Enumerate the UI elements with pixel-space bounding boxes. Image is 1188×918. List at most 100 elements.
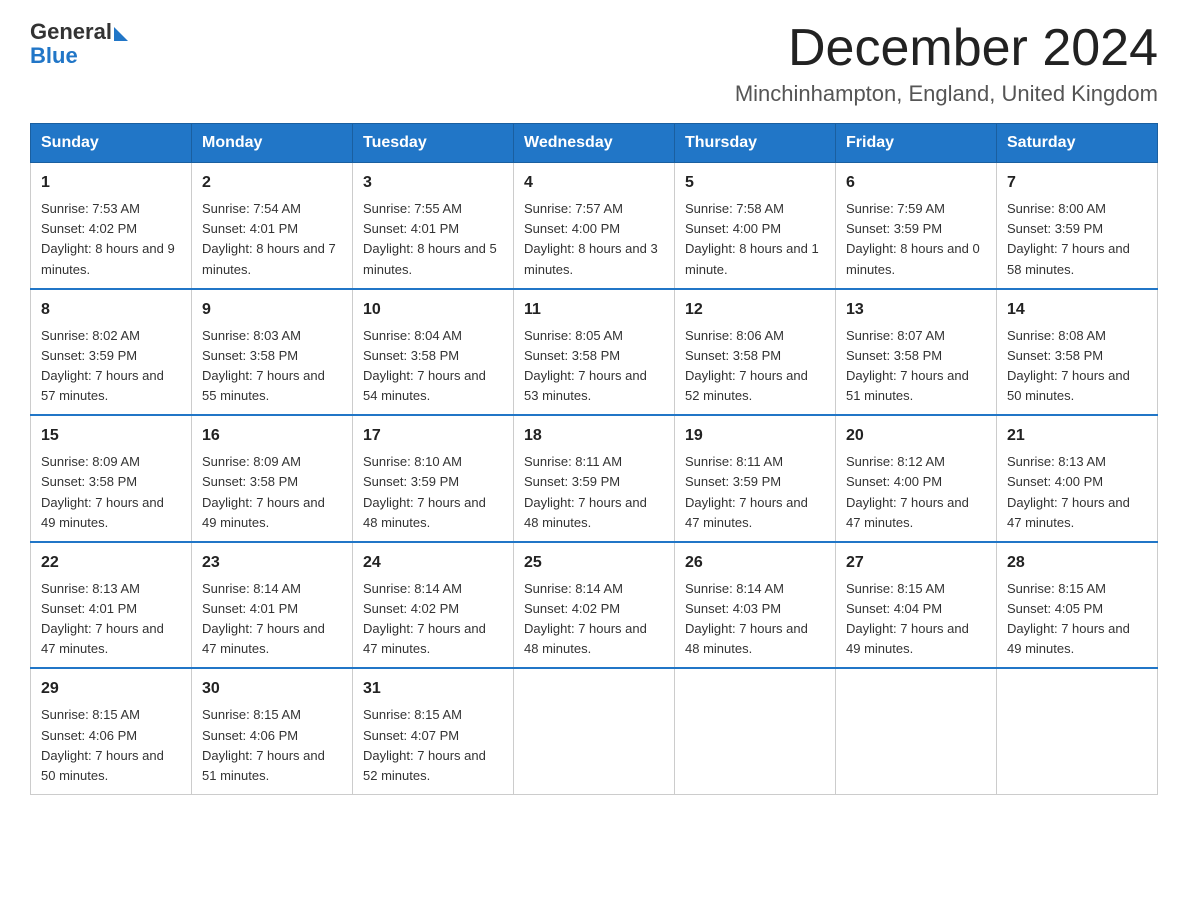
day-number: 29: [41, 677, 181, 701]
day-info: Sunrise: 8:15 AMSunset: 4:07 PMDaylight:…: [363, 705, 503, 786]
calendar-cell: [675, 668, 836, 794]
day-number: 14: [1007, 298, 1147, 322]
calendar-cell: 8 Sunrise: 8:02 AMSunset: 3:59 PMDaylight…: [31, 289, 192, 416]
day-info: Sunrise: 8:10 AMSunset: 3:59 PMDaylight:…: [363, 452, 503, 533]
calendar-cell: 30 Sunrise: 8:15 AMSunset: 4:06 PMDayligh…: [192, 668, 353, 794]
calendar-week-row: 15 Sunrise: 8:09 AMSunset: 3:58 PMDayligh…: [31, 415, 1158, 542]
calendar-week-row: 29 Sunrise: 8:15 AMSunset: 4:06 PMDayligh…: [31, 668, 1158, 794]
day-info: Sunrise: 8:15 AMSunset: 4:06 PMDaylight:…: [202, 705, 342, 786]
calendar-cell: 19 Sunrise: 8:11 AMSunset: 3:59 PMDayligh…: [675, 415, 836, 542]
calendar-cell: 21 Sunrise: 8:13 AMSunset: 4:00 PMDayligh…: [997, 415, 1158, 542]
day-info: Sunrise: 8:13 AMSunset: 4:00 PMDaylight:…: [1007, 452, 1147, 533]
day-info: Sunrise: 8:11 AMSunset: 3:59 PMDaylight:…: [685, 452, 825, 533]
day-info: Sunrise: 7:53 AMSunset: 4:02 PMDaylight:…: [41, 199, 181, 280]
calendar-cell: 2 Sunrise: 7:54 AMSunset: 4:01 PMDaylight…: [192, 163, 353, 289]
calendar-cell: [836, 668, 997, 794]
day-number: 10: [363, 298, 503, 322]
day-number: 18: [524, 424, 664, 448]
calendar-table: SundayMondayTuesdayWednesdayThursdayFrid…: [30, 123, 1158, 795]
day-number: 4: [524, 171, 664, 195]
location-subtitle: Minchinhampton, England, United Kingdom: [735, 81, 1158, 107]
day-number: 8: [41, 298, 181, 322]
header-sunday: Sunday: [31, 124, 192, 163]
calendar-cell: 3 Sunrise: 7:55 AMSunset: 4:01 PMDaylight…: [353, 163, 514, 289]
calendar-cell: 23Sunrise: 8:14 AMSunset: 4:01 PMDayligh…: [192, 542, 353, 669]
calendar-cell: 14 Sunrise: 8:08 AMSunset: 3:58 PMDayligh…: [997, 289, 1158, 416]
day-number: 28: [1007, 551, 1147, 575]
calendar-cell: 17 Sunrise: 8:10 AMSunset: 3:59 PMDayligh…: [353, 415, 514, 542]
day-info: Sunrise: 8:06 AMSunset: 3:58 PMDaylight:…: [685, 326, 825, 407]
day-info: Sunrise: 7:54 AMSunset: 4:01 PMDaylight:…: [202, 199, 342, 280]
day-number: 16: [202, 424, 342, 448]
day-info: Sunrise: 8:15 AMSunset: 4:06 PMDaylight:…: [41, 705, 181, 786]
day-info: Sunrise: 7:57 AMSunset: 4:00 PMDaylight:…: [524, 199, 664, 280]
day-number: 30: [202, 677, 342, 701]
calendar-cell: 4 Sunrise: 7:57 AMSunset: 4:00 PMDaylight…: [514, 163, 675, 289]
day-info: Sunrise: 7:59 AMSunset: 3:59 PMDaylight:…: [846, 199, 986, 280]
day-number: 6: [846, 171, 986, 195]
calendar-cell: 7 Sunrise: 8:00 AMSunset: 3:59 PMDaylight…: [997, 163, 1158, 289]
day-info: Sunrise: 8:14 AMSunset: 4:02 PMDaylight:…: [363, 579, 503, 660]
header-tuesday: Tuesday: [353, 124, 514, 163]
day-number: 26: [685, 551, 825, 575]
day-info: Sunrise: 8:07 AMSunset: 3:58 PMDaylight:…: [846, 326, 986, 407]
day-info: Sunrise: 8:14 AMSunset: 4:03 PMDaylight:…: [685, 579, 825, 660]
day-number: 1: [41, 171, 181, 195]
calendar-cell: 28 Sunrise: 8:15 AMSunset: 4:05 PMDayligh…: [997, 542, 1158, 669]
day-number: 9: [202, 298, 342, 322]
calendar-cell: 18 Sunrise: 8:11 AMSunset: 3:59 PMDayligh…: [514, 415, 675, 542]
calendar-cell: 25 Sunrise: 8:14 AMSunset: 4:02 PMDayligh…: [514, 542, 675, 669]
calendar-cell: 11Sunrise: 8:05 AMSunset: 3:58 PMDayligh…: [514, 289, 675, 416]
calendar-cell: 5 Sunrise: 7:58 AMSunset: 4:00 PMDaylight…: [675, 163, 836, 289]
logo-general-text: General: [30, 20, 112, 44]
calendar-header-row: SundayMondayTuesdayWednesdayThursdayFrid…: [31, 124, 1158, 163]
calendar-cell: 12 Sunrise: 8:06 AMSunset: 3:58 PMDayligh…: [675, 289, 836, 416]
calendar-cell: 24Sunrise: 8:14 AMSunset: 4:02 PMDayligh…: [353, 542, 514, 669]
day-number: 3: [363, 171, 503, 195]
day-info: Sunrise: 8:14 AMSunset: 4:02 PMDaylight:…: [524, 579, 664, 660]
day-number: 7: [1007, 171, 1147, 195]
header-wednesday: Wednesday: [514, 124, 675, 163]
day-info: Sunrise: 7:58 AMSunset: 4:00 PMDaylight:…: [685, 199, 825, 280]
day-info: Sunrise: 8:12 AMSunset: 4:00 PMDaylight:…: [846, 452, 986, 533]
calendar-cell: 13 Sunrise: 8:07 AMSunset: 3:58 PMDayligh…: [836, 289, 997, 416]
day-number: 25: [524, 551, 664, 575]
calendar-cell: [514, 668, 675, 794]
day-number: 15: [41, 424, 181, 448]
day-number: 2: [202, 171, 342, 195]
day-number: 20: [846, 424, 986, 448]
header-saturday: Saturday: [997, 124, 1158, 163]
logo-triangle-icon: [114, 27, 128, 41]
day-info: Sunrise: 8:14 AMSunset: 4:01 PMDaylight:…: [202, 579, 342, 660]
calendar-cell: 26 Sunrise: 8:14 AMSunset: 4:03 PMDayligh…: [675, 542, 836, 669]
page-header: General Blue December 2024 Minchinhampto…: [30, 20, 1158, 107]
day-info: Sunrise: 8:15 AMSunset: 4:04 PMDaylight:…: [846, 579, 986, 660]
calendar-cell: 9 Sunrise: 8:03 AMSunset: 3:58 PMDaylight…: [192, 289, 353, 416]
day-number: 12: [685, 298, 825, 322]
day-number: 21: [1007, 424, 1147, 448]
day-info: Sunrise: 8:13 AMSunset: 4:01 PMDaylight:…: [41, 579, 181, 660]
day-number: 13: [846, 298, 986, 322]
calendar-cell: 10Sunrise: 8:04 AMSunset: 3:58 PMDayligh…: [353, 289, 514, 416]
month-year-title: December 2024: [735, 20, 1158, 77]
day-info: Sunrise: 8:08 AMSunset: 3:58 PMDaylight:…: [1007, 326, 1147, 407]
day-number: 17: [363, 424, 503, 448]
day-number: 19: [685, 424, 825, 448]
calendar-cell: [997, 668, 1158, 794]
day-info: Sunrise: 8:15 AMSunset: 4:05 PMDaylight:…: [1007, 579, 1147, 660]
calendar-cell: 15 Sunrise: 8:09 AMSunset: 3:58 PMDayligh…: [31, 415, 192, 542]
day-info: Sunrise: 8:03 AMSunset: 3:58 PMDaylight:…: [202, 326, 342, 407]
day-info: Sunrise: 8:02 AMSunset: 3:59 PMDaylight:…: [41, 326, 181, 407]
calendar-cell: 29 Sunrise: 8:15 AMSunset: 4:06 PMDayligh…: [31, 668, 192, 794]
day-info: Sunrise: 8:09 AMSunset: 3:58 PMDaylight:…: [202, 452, 342, 533]
day-info: Sunrise: 8:00 AMSunset: 3:59 PMDaylight:…: [1007, 199, 1147, 280]
day-info: Sunrise: 8:11 AMSunset: 3:59 PMDaylight:…: [524, 452, 664, 533]
day-info: Sunrise: 7:55 AMSunset: 4:01 PMDaylight:…: [363, 199, 503, 280]
calendar-cell: 31Sunrise: 8:15 AMSunset: 4:07 PMDayligh…: [353, 668, 514, 794]
day-number: 5: [685, 171, 825, 195]
header-thursday: Thursday: [675, 124, 836, 163]
header-monday: Monday: [192, 124, 353, 163]
calendar-cell: 16 Sunrise: 8:09 AMSunset: 3:58 PMDayligh…: [192, 415, 353, 542]
calendar-cell: 20 Sunrise: 8:12 AMSunset: 4:00 PMDayligh…: [836, 415, 997, 542]
day-info: Sunrise: 8:09 AMSunset: 3:58 PMDaylight:…: [41, 452, 181, 533]
